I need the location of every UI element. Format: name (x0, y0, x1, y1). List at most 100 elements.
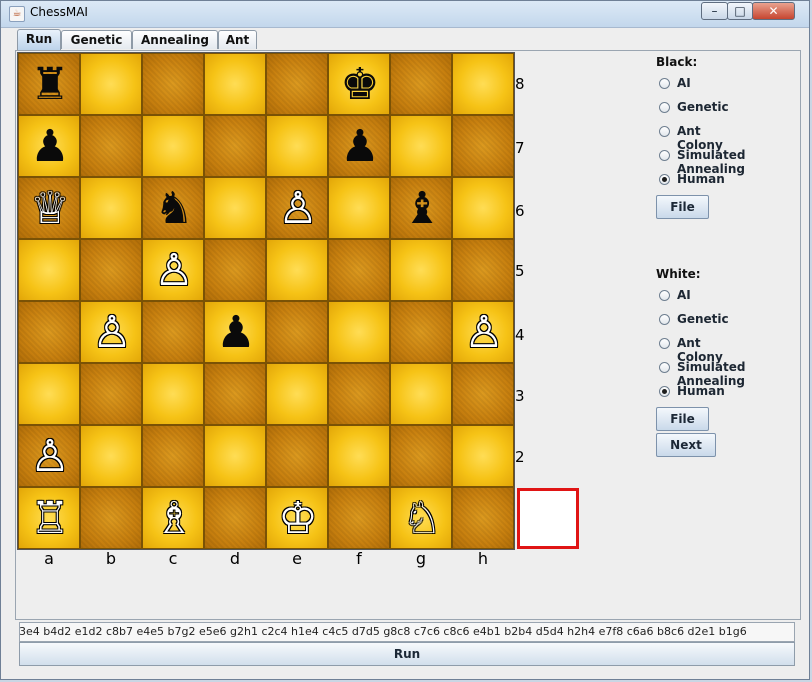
white-option-human[interactable]: Human (656, 381, 725, 405)
square-h4[interactable]: ♙ (452, 301, 514, 363)
close-button[interactable]: ✕ (752, 2, 795, 20)
maximize-button[interactable]: □ (727, 2, 753, 20)
square-b1[interactable] (80, 487, 142, 549)
white-piece[interactable]: ♗ (143, 488, 205, 550)
white-piece[interactable]: ♖ (19, 488, 81, 550)
square-f6[interactable] (328, 177, 390, 239)
tab-run[interactable]: Run (17, 29, 61, 50)
white-piece[interactable]: ♔ (267, 488, 329, 550)
square-f4[interactable] (328, 301, 390, 363)
radio-icon[interactable] (659, 290, 670, 301)
square-f2[interactable] (328, 425, 390, 487)
square-h8[interactable] (452, 53, 514, 115)
black-piece[interactable]: ♟ (205, 302, 267, 364)
white-option-simulated-annealing[interactable]: Simulated Annealing (656, 357, 745, 388)
black-option-simulated-annealing[interactable]: Simulated Annealing (656, 145, 745, 176)
moves-log[interactable]: 3e4 b4d2 e1d2 c8b7 e4e5 b7g2 e5e6 g2h1 c… (19, 622, 795, 642)
square-e2[interactable] (266, 425, 328, 487)
square-g3[interactable] (390, 363, 452, 425)
white-file-button[interactable]: File (656, 407, 709, 431)
run-button[interactable]: Run (19, 642, 795, 666)
square-h1[interactable] (452, 487, 514, 549)
square-e4[interactable] (266, 301, 328, 363)
square-h6[interactable] (452, 177, 514, 239)
square-h3[interactable] (452, 363, 514, 425)
square-c7[interactable] (142, 115, 204, 177)
square-b7[interactable] (80, 115, 142, 177)
square-g1[interactable]: ♘ (390, 487, 452, 549)
square-g8[interactable] (390, 53, 452, 115)
square-g5[interactable] (390, 239, 452, 301)
radio-icon[interactable] (659, 102, 670, 113)
white-piece[interactable]: ♙ (143, 240, 205, 302)
tab-ant[interactable]: Ant (218, 30, 257, 49)
tab-genetic[interactable]: Genetic (61, 30, 132, 49)
square-e8[interactable] (266, 53, 328, 115)
black-file-button[interactable]: File (656, 195, 709, 219)
square-d7[interactable] (204, 115, 266, 177)
black-piece[interactable]: ♟ (329, 116, 391, 178)
square-a8[interactable]: ♜ (18, 53, 80, 115)
square-h2[interactable] (452, 425, 514, 487)
square-e1[interactable]: ♔ (266, 487, 328, 549)
black-piece[interactable]: ♝ (391, 178, 453, 240)
square-c4[interactable] (142, 301, 204, 363)
square-d8[interactable] (204, 53, 266, 115)
square-d5[interactable] (204, 239, 266, 301)
next-button[interactable]: Next (656, 433, 716, 457)
square-d1[interactable] (204, 487, 266, 549)
white-option-ant-colony[interactable]: Ant Colony (656, 333, 723, 364)
square-f1[interactable] (328, 487, 390, 549)
square-b5[interactable] (80, 239, 142, 301)
square-d4[interactable]: ♟ (204, 301, 266, 363)
square-c5[interactable]: ♙ (142, 239, 204, 301)
square-a7[interactable]: ♟ (18, 115, 80, 177)
square-f7[interactable]: ♟ (328, 115, 390, 177)
chess-board[interactable]: ♜ ♚ ♟ ♟ ♕ ♞ ♙ ♝ ♙ ♙ ♟ ♙ ♙ ♖ ♗ ♔ ♘ (17, 52, 515, 550)
white-piece[interactable]: ♘ (391, 488, 453, 550)
square-f5[interactable] (328, 239, 390, 301)
white-piece[interactable]: ♕ (19, 178, 81, 240)
square-c2[interactable] (142, 425, 204, 487)
square-a2[interactable]: ♙ (18, 425, 80, 487)
square-c3[interactable] (142, 363, 204, 425)
radio-selected-icon[interactable] (659, 174, 670, 185)
square-g2[interactable] (390, 425, 452, 487)
square-h5[interactable] (452, 239, 514, 301)
black-piece[interactable]: ♞ (143, 178, 205, 240)
title-bar[interactable]: ☕ ChessMAI – □ ✕ (1, 1, 809, 28)
square-d2[interactable] (204, 425, 266, 487)
radio-selected-icon[interactable] (659, 386, 670, 397)
square-e3[interactable] (266, 363, 328, 425)
square-a6[interactable]: ♕ (18, 177, 80, 239)
square-a1[interactable]: ♖ (18, 487, 80, 549)
square-h7[interactable] (452, 115, 514, 177)
square-b8[interactable] (80, 53, 142, 115)
radio-icon[interactable] (659, 338, 670, 349)
black-piece[interactable]: ♟ (19, 116, 81, 178)
white-piece[interactable]: ♙ (453, 302, 515, 364)
minimize-button[interactable]: – (701, 2, 728, 20)
radio-icon[interactable] (659, 78, 670, 89)
white-option-genetic[interactable]: Genetic (656, 309, 729, 333)
square-f8[interactable]: ♚ (328, 53, 390, 115)
square-e5[interactable] (266, 239, 328, 301)
square-c1[interactable]: ♗ (142, 487, 204, 549)
radio-icon[interactable] (659, 314, 670, 325)
black-option-ant-colony[interactable]: Ant Colony (656, 121, 723, 152)
square-c6[interactable]: ♞ (142, 177, 204, 239)
radio-icon[interactable] (659, 362, 670, 373)
radio-icon[interactable] (659, 150, 670, 161)
white-option-ai[interactable]: AI (656, 285, 716, 309)
square-b6[interactable] (80, 177, 142, 239)
black-option-genetic[interactable]: Genetic (656, 97, 729, 121)
square-a5[interactable] (18, 239, 80, 301)
square-f3[interactable] (328, 363, 390, 425)
square-g4[interactable] (390, 301, 452, 363)
square-d6[interactable] (204, 177, 266, 239)
square-b3[interactable] (80, 363, 142, 425)
white-piece[interactable]: ♙ (267, 178, 329, 240)
square-d3[interactable] (204, 363, 266, 425)
square-g7[interactable] (390, 115, 452, 177)
tab-annealing[interactable]: Annealing (132, 30, 218, 49)
